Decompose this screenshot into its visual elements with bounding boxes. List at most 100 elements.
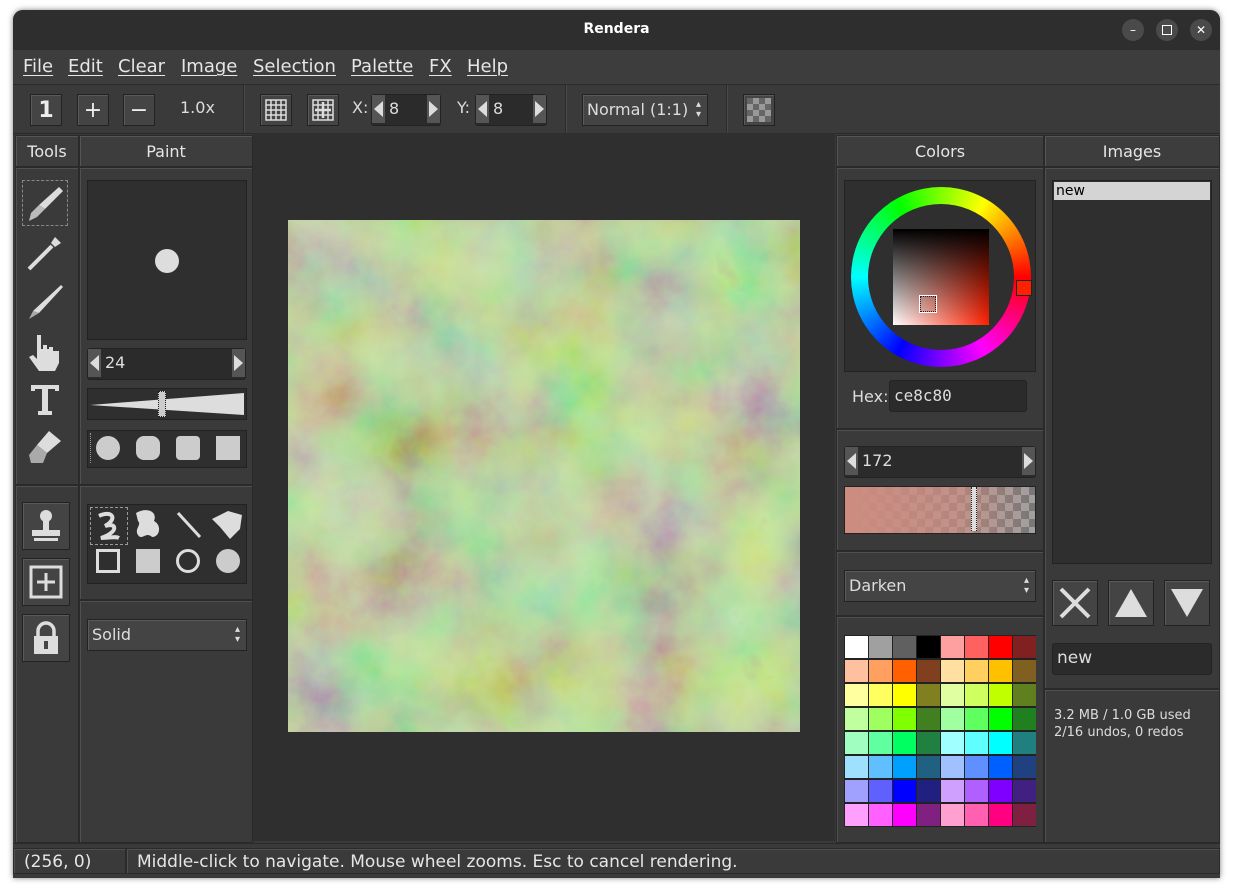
- palette-swatch[interactable]: [941, 660, 964, 682]
- menu-fx[interactable]: FX: [429, 56, 452, 77]
- palette-swatch[interactable]: [1013, 804, 1036, 826]
- canvas-area[interactable]: [253, 133, 835, 841]
- image-name-value[interactable]: new: [1057, 648, 1092, 668]
- crop-tool-button[interactable]: [22, 278, 68, 324]
- grid-y-value[interactable]: 8: [493, 99, 503, 118]
- tab-images[interactable]: Images: [1044, 135, 1220, 167]
- alpha-preview[interactable]: [844, 486, 1036, 534]
- palette-swatch[interactable]: [845, 708, 868, 730]
- move-image-up-button[interactable]: [1108, 580, 1154, 626]
- fill-tool-button[interactable]: [22, 424, 68, 470]
- slider-handle[interactable]: [158, 391, 166, 417]
- grid-snap-button[interactable]: [307, 94, 339, 126]
- saturation-value-square[interactable]: [893, 229, 989, 325]
- palette-swatch[interactable]: [845, 660, 868, 682]
- palette-swatch[interactable]: [917, 756, 940, 778]
- palette-swatch[interactable]: [893, 708, 916, 730]
- hex-value[interactable]: ce8c80: [894, 386, 952, 405]
- palette-swatch[interactable]: [917, 732, 940, 754]
- palette-grid[interactable]: [844, 635, 1036, 827]
- alpha-spinner[interactable]: 172: [844, 446, 1036, 478]
- brush-size-slider[interactable]: [87, 388, 247, 420]
- hue-cursor[interactable]: [1016, 280, 1032, 296]
- palette-swatch[interactable]: [917, 636, 940, 658]
- alpha-value[interactable]: 172: [862, 451, 893, 470]
- palette-swatch[interactable]: [965, 636, 988, 658]
- brush-size-decrement[interactable]: [88, 349, 101, 377]
- palette-swatch[interactable]: [845, 780, 868, 802]
- tab-paint[interactable]: Paint: [79, 135, 253, 167]
- grid-y-decrement[interactable]: [476, 95, 489, 123]
- alpha-increment[interactable]: [1022, 447, 1035, 475]
- palette-swatch[interactable]: [917, 684, 940, 706]
- aspect-select[interactable]: Normal (1:1) ▴ ▾: [582, 94, 708, 126]
- offset-tool-button[interactable]: [22, 328, 68, 374]
- palette-swatch[interactable]: [1013, 756, 1036, 778]
- image-name-input[interactable]: new: [1052, 643, 1212, 675]
- grid-toggle-button[interactable]: [260, 94, 292, 126]
- palette-swatch[interactable]: [893, 660, 916, 682]
- brush-size-value[interactable]: 24: [105, 353, 125, 372]
- hex-input[interactable]: ce8c80: [889, 380, 1027, 412]
- shape-circle[interactable]: [96, 436, 120, 460]
- palette-swatch[interactable]: [1013, 708, 1036, 730]
- palette-swatch[interactable]: [917, 804, 940, 826]
- palette-swatch[interactable]: [845, 684, 868, 706]
- palette-swatch[interactable]: [1013, 660, 1036, 682]
- menu-file[interactable]: File: [23, 56, 53, 77]
- lock-button[interactable]: [22, 614, 70, 662]
- paint-tool-button[interactable]: [22, 180, 68, 226]
- palette-swatch[interactable]: [869, 804, 892, 826]
- move-image-down-button[interactable]: [1164, 580, 1210, 626]
- palette-swatch[interactable]: [989, 684, 1012, 706]
- text-tool-button[interactable]: [22, 376, 68, 422]
- sv-cursor[interactable]: [920, 296, 936, 312]
- stroke-polygon[interactable]: [208, 507, 244, 543]
- palette-swatch[interactable]: [989, 732, 1012, 754]
- menu-palette[interactable]: Palette: [351, 56, 413, 77]
- zoom-one-button[interactable]: 1: [30, 94, 62, 126]
- paint-mode-select[interactable]: Solid ▴ ▾: [87, 619, 247, 651]
- stamp-button[interactable]: [22, 502, 70, 550]
- palette-swatch[interactable]: [869, 660, 892, 682]
- palette-swatch[interactable]: [965, 684, 988, 706]
- palette-swatch[interactable]: [869, 732, 892, 754]
- palette-swatch[interactable]: [965, 804, 988, 826]
- palette-swatch[interactable]: [941, 732, 964, 754]
- palette-swatch[interactable]: [869, 636, 892, 658]
- palette-swatch[interactable]: [989, 756, 1012, 778]
- palette-swatch[interactable]: [941, 756, 964, 778]
- palette-swatch[interactable]: [989, 804, 1012, 826]
- oval-outline-icon[interactable]: [176, 549, 200, 573]
- tab-tools[interactable]: Tools: [15, 135, 79, 167]
- delete-image-button[interactable]: [1052, 580, 1098, 626]
- palette-swatch[interactable]: [845, 804, 868, 826]
- palette-swatch[interactable]: [869, 708, 892, 730]
- canvas-image[interactable]: [288, 220, 800, 732]
- palette-swatch[interactable]: [869, 780, 892, 802]
- shape-rounded-square[interactable]: [176, 436, 200, 460]
- zoom-in-button[interactable]: +: [77, 94, 109, 126]
- palette-swatch[interactable]: [917, 708, 940, 730]
- palette-swatch[interactable]: [1013, 636, 1036, 658]
- brush-shape-selector[interactable]: [87, 430, 247, 468]
- palette-swatch[interactable]: [989, 708, 1012, 730]
- close-window-button[interactable]: ✕: [1190, 19, 1212, 41]
- zoom-out-button[interactable]: −: [123, 94, 155, 126]
- palette-swatch[interactable]: [893, 780, 916, 802]
- minimize-button[interactable]: –: [1122, 19, 1144, 41]
- maximize-button[interactable]: [1156, 19, 1178, 41]
- palette-swatch[interactable]: [941, 780, 964, 802]
- palette-swatch[interactable]: [1013, 780, 1036, 802]
- alpha-marker[interactable]: [971, 487, 977, 531]
- grid-x-value[interactable]: 8: [389, 99, 399, 118]
- shape-rounded-circle[interactable]: [136, 436, 160, 460]
- palette-swatch[interactable]: [941, 708, 964, 730]
- getcolor-tool-button[interactable]: [22, 230, 68, 276]
- grid-x-decrement[interactable]: [372, 95, 385, 123]
- image-list-item[interactable]: new: [1054, 182, 1210, 200]
- brush-size-spinner[interactable]: 24: [87, 348, 246, 380]
- menu-clear[interactable]: Clear: [118, 56, 165, 77]
- palette-swatch[interactable]: [845, 756, 868, 778]
- palette-swatch[interactable]: [941, 804, 964, 826]
